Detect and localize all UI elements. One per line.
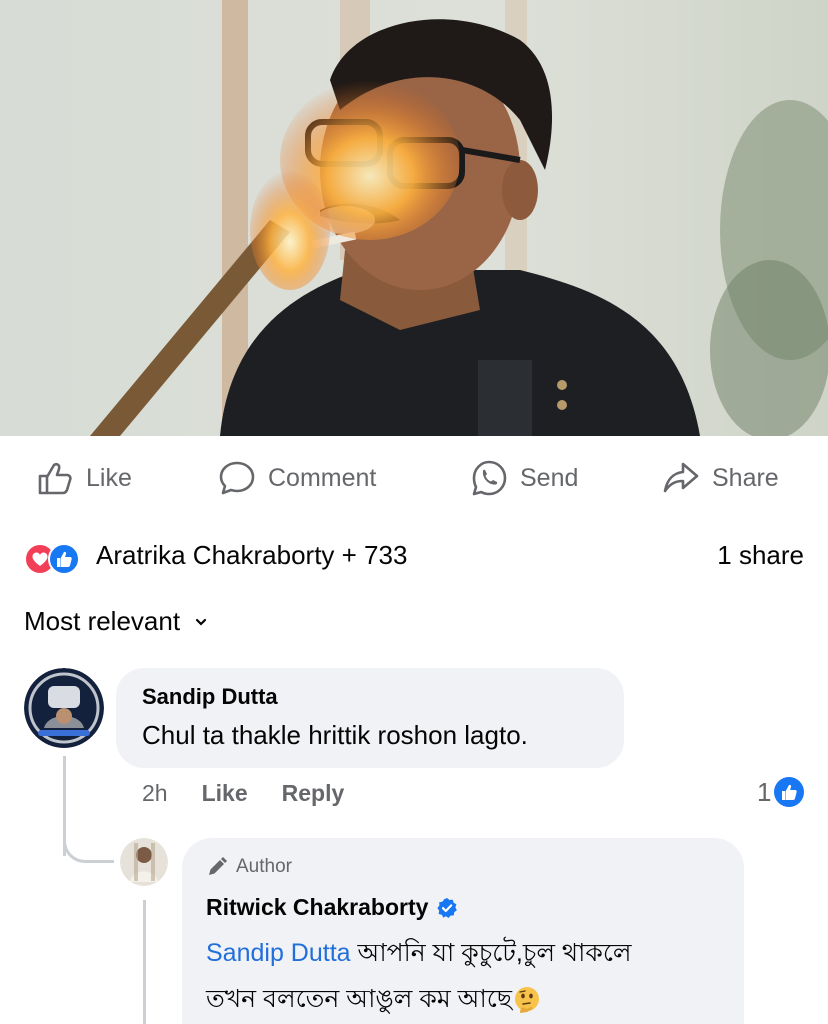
thinking-face-icon <box>515 987 540 1014</box>
reactions-count-text[interactable]: Aratrika Chakraborty + 733 <box>96 540 407 571</box>
comment-like-count-number: 1 <box>757 776 772 807</box>
avatar[interactable] <box>24 668 104 748</box>
like-button[interactable]: Like <box>36 458 132 498</box>
comment-meta: 2h Like Reply <box>142 780 344 807</box>
like-button-label: Like <box>86 463 132 492</box>
verified-badge-icon <box>437 897 458 918</box>
comment-like-button[interactable]: Like <box>202 780 248 807</box>
pencil-icon <box>209 857 227 875</box>
like-reaction-icon <box>774 777 805 807</box>
comment-reply-button[interactable]: Reply <box>282 780 345 807</box>
share-arrow-icon <box>663 462 699 493</box>
reply-thread-line <box>143 900 146 1024</box>
chevron-down-icon <box>195 618 207 626</box>
mention-link[interactable]: Sandip Dutta <box>206 939 351 967</box>
whatsapp-icon <box>472 460 507 496</box>
thread-connector <box>63 820 114 863</box>
comment-bubble-icon <box>219 461 255 495</box>
reply-author[interactable]: Ritwick Chakraborty <box>206 894 458 921</box>
comment-author[interactable]: Sandip Dutta <box>142 684 278 710</box>
comment-bubble: Sandip Dutta Chul ta thakle hrittik rosh… <box>116 668 624 768</box>
comment-sort-dropdown[interactable]: Most relevant <box>24 606 208 637</box>
reactions-summary[interactable]: Aratrika Chakraborty + 733 1 share <box>24 536 804 578</box>
author-badge-label: Author <box>236 856 292 877</box>
post-photo[interactable] <box>0 0 828 436</box>
reply-author-name: Ritwick Chakraborty <box>206 894 429 920</box>
comment-button-label: Comment <box>268 463 377 492</box>
share-count[interactable]: 1 share <box>717 540 804 571</box>
author-badge: Author <box>206 856 292 878</box>
comment-text: Chul ta thakle hrittik roshon lagto. <box>142 720 528 750</box>
reply-bubble: Author Ritwick Chakraborty Sandip Dutta … <box>182 838 744 1024</box>
reply-text: Sandip Dutta আপনি যা কুচুটে,চুল থাকলে তখ… <box>206 930 726 1022</box>
send-button[interactable]: Send <box>470 458 578 498</box>
avatar[interactable] <box>120 838 168 886</box>
share-button-label: Share <box>712 463 779 492</box>
post-photo-image <box>0 0 828 436</box>
comment-like-count[interactable]: 1 <box>757 776 805 808</box>
commenter-avatar-image <box>24 668 104 748</box>
reaction-icons <box>24 543 80 575</box>
share-button[interactable]: Share <box>662 458 779 498</box>
post-action-bar: Like Comment Send Share <box>0 436 828 518</box>
comment-button[interactable]: Comment <box>218 458 376 498</box>
like-reaction-icon <box>48 543 80 575</box>
reply-text-line-1: আপনি যা কুচুটে,চুল থাকলে <box>357 939 632 967</box>
comment-sort-label: Most relevant <box>24 606 181 636</box>
reply-text-line-2: তখন বলতেন আঙুল কম আছে <box>206 985 513 1013</box>
comment-timestamp[interactable]: 2h <box>142 780 168 807</box>
thumbs-up-icon <box>38 462 72 495</box>
author-avatar-image <box>120 838 168 886</box>
send-button-label: Send <box>520 463 579 492</box>
